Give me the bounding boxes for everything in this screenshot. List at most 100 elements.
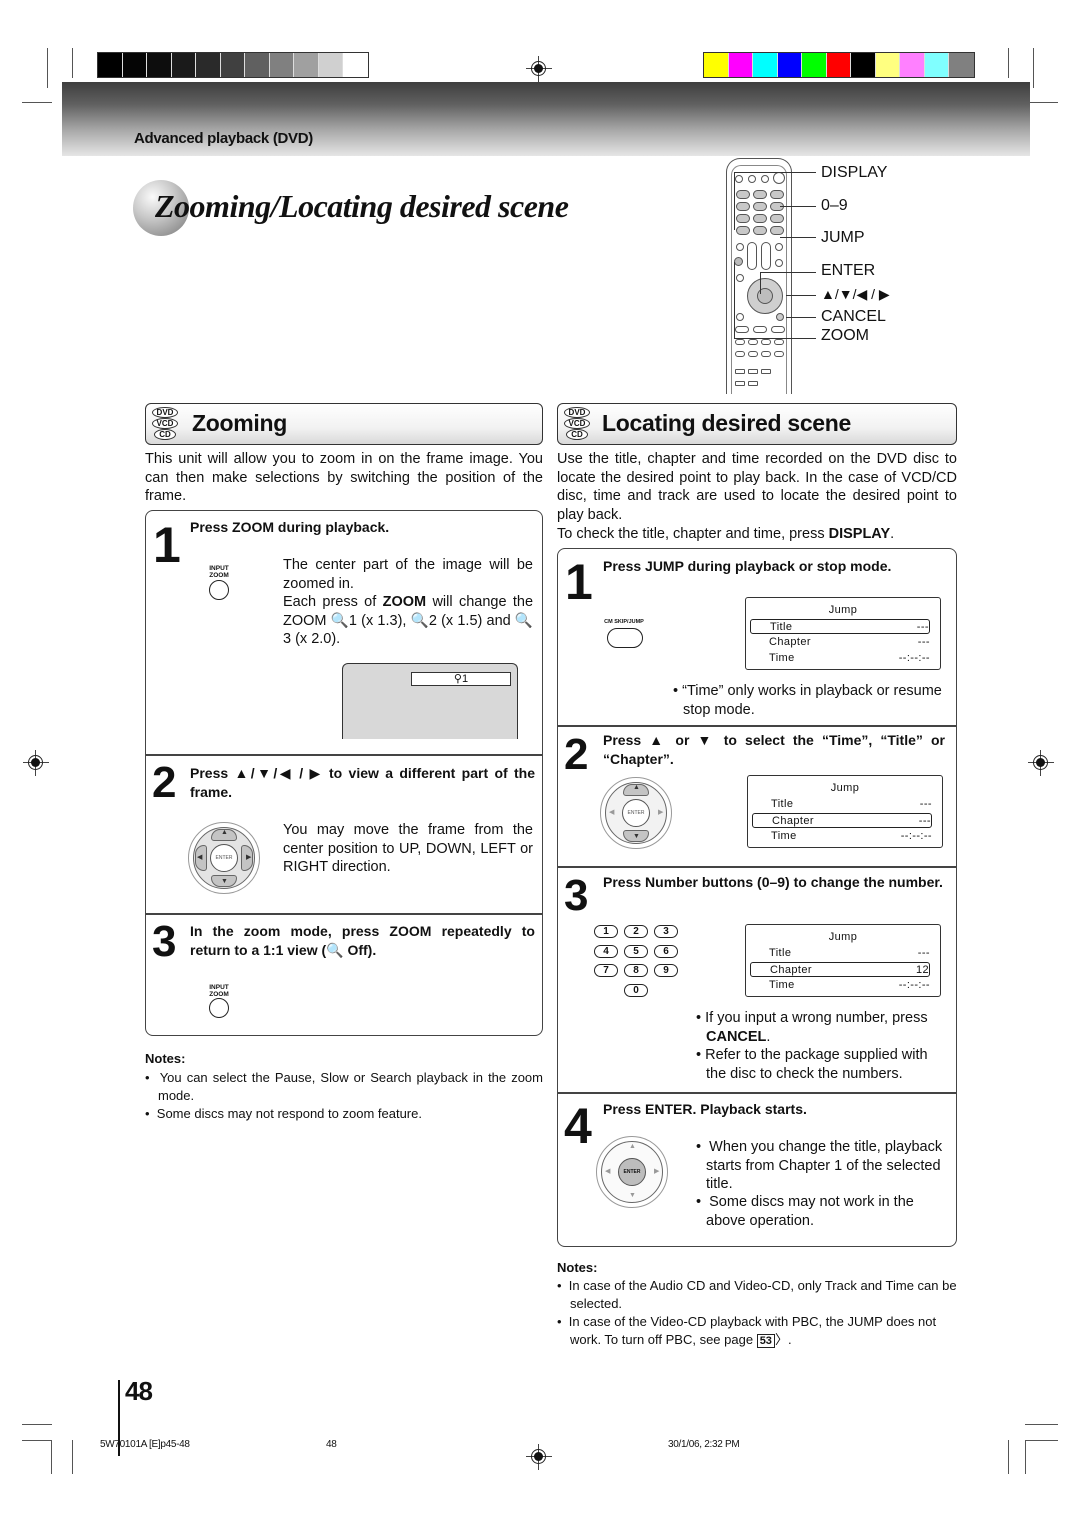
jump-row-label: Chapter bbox=[769, 636, 811, 648]
dpad-icon: ENTER ▲ ▼ ◀ ▶ bbox=[596, 1136, 668, 1208]
remote-control-illustration bbox=[726, 158, 792, 394]
number-key-7: 7 bbox=[594, 964, 618, 977]
gray-swatch bbox=[245, 53, 270, 77]
number-key-2: 2 bbox=[624, 925, 648, 938]
step-divider bbox=[145, 913, 543, 915]
cancel-keyword: CANCEL bbox=[706, 1028, 767, 1045]
footer-timestamp: 30/1/06, 2:32 PM bbox=[668, 1439, 740, 1450]
vcd-badge-icon: VCD bbox=[564, 418, 590, 429]
step-heading: Press JUMP during playback or stop mode. bbox=[603, 558, 892, 574]
page-title: Zooming/Locating desired scene bbox=[155, 188, 569, 224]
disc-type-badges: DVD VCD CD bbox=[152, 407, 184, 440]
disc-type-badges: DVD VCD CD bbox=[564, 407, 596, 440]
footer-file-code: 5W70101A [E]p45-48 bbox=[100, 1439, 190, 1450]
jump-row-label: Title bbox=[769, 947, 792, 959]
step-bullet: • Refer to the package supplied with the… bbox=[696, 1047, 928, 1082]
enter-button-icon: ENTER bbox=[618, 1158, 646, 1186]
arrow-down-icon: ▼ bbox=[221, 878, 228, 885]
locating-note: • In case of the Video-CD playback with … bbox=[557, 1314, 937, 1348]
bullet-text: When you change the title, playback star… bbox=[706, 1139, 943, 1192]
zoom-button-icon bbox=[209, 998, 229, 1018]
dpad-icon: ENTER ▲ ▼ ◀ ▶ bbox=[600, 777, 672, 849]
arrow-left-icon: ◀ bbox=[609, 809, 615, 816]
dvd-badge-icon: DVD bbox=[564, 407, 590, 418]
zoomed-screen-illustration: ⚲1 bbox=[342, 663, 518, 739]
step-bullet: • When you change the title, playback st… bbox=[696, 1139, 943, 1192]
color-swatch bbox=[728, 53, 753, 77]
gray-swatch bbox=[196, 53, 221, 77]
remote-label-zoom: ZOOM bbox=[821, 327, 869, 344]
jump-menu-row-title[interactable]: Title --- bbox=[752, 797, 932, 812]
jump-menu-title: Jump bbox=[828, 604, 858, 616]
step-heading: Press Number buttons (0–9) to change the… bbox=[603, 874, 943, 890]
gray-swatch bbox=[269, 53, 294, 77]
zoom-button-icon bbox=[209, 580, 229, 600]
remote-label-arrows: ▲/▼/◀ / ▶ bbox=[821, 286, 890, 302]
intro-text-end: . bbox=[890, 526, 895, 542]
jump-row-label: Time bbox=[769, 979, 795, 991]
jump-row-label: Title bbox=[770, 621, 793, 633]
gray-swatch bbox=[147, 53, 172, 77]
remote-label-display: DISPLAY bbox=[821, 164, 888, 181]
jump-row-value: --- bbox=[917, 636, 930, 648]
color-swatch bbox=[826, 53, 851, 77]
cd-badge-icon: CD bbox=[566, 429, 588, 440]
arrow-right-icon: ▶ bbox=[658, 809, 664, 816]
bullet-text: Some discs may not work in the above ope… bbox=[706, 1194, 914, 1229]
step-text-b: Each press of bbox=[283, 594, 383, 610]
zoom-button-label: INPUT ZOOM bbox=[209, 984, 229, 998]
color-swatch bbox=[924, 53, 949, 77]
jump-menu-row-title[interactable]: Title --- bbox=[750, 946, 930, 961]
remote-label-enter: ENTER bbox=[821, 262, 876, 279]
color-swatch bbox=[900, 53, 925, 77]
jump-row-label: Time bbox=[771, 830, 797, 842]
jump-menu-row-chapter[interactable]: Chapter --- bbox=[752, 813, 932, 828]
grayscale-color-bar bbox=[97, 52, 369, 78]
registration-mark-top bbox=[526, 56, 552, 82]
jump-menu-row-time[interactable]: Time --:--:-- bbox=[752, 829, 932, 844]
locating-title: Locating desired scene bbox=[602, 410, 852, 436]
step-heading: In the zoom mode, press ZOOM repeatedly … bbox=[190, 923, 535, 958]
registration-mark-left bbox=[23, 750, 49, 776]
magnifier-icon: ⚲ bbox=[453, 673, 462, 685]
step-text-a: The center part of the image will be zoo… bbox=[283, 557, 533, 592]
zoom-keyword: ZOOM bbox=[382, 594, 427, 610]
arrow-left-icon: ◀ bbox=[197, 854, 203, 861]
jump-button-label: CM SKIP/JUMP bbox=[604, 619, 644, 625]
step-heading: Press ZOOM during playback. bbox=[190, 519, 390, 535]
jump-menu-row-time[interactable]: Time --:--:-- bbox=[750, 651, 930, 666]
gray-swatch bbox=[318, 53, 343, 77]
display-keyword: DISPLAY bbox=[828, 526, 891, 542]
jump-menu-display: Jump Title --- Chapter --- Time --:--:-- bbox=[747, 775, 943, 848]
jump-row-value: 12 bbox=[915, 964, 929, 976]
jump-menu-display: Jump Title --- Chapter --- Time --:--:-- bbox=[745, 597, 941, 670]
gray-swatch bbox=[343, 53, 368, 77]
note-text: You can select the Pause, Slow or Search… bbox=[158, 1070, 543, 1103]
jump-menu-row-time[interactable]: Time --:--:-- bbox=[750, 978, 930, 993]
zooming-intro: This unit will allow you to zoom in on t… bbox=[145, 451, 543, 504]
intro-text: To check the title, chapter and time, pr… bbox=[557, 526, 829, 542]
jump-menu-row-chapter[interactable]: Chapter --- bbox=[750, 635, 930, 650]
jump-row-value: --- bbox=[916, 621, 929, 633]
zooming-notes-title: Notes: bbox=[145, 1051, 186, 1066]
jump-menu-row-title[interactable]: Title --- bbox=[750, 619, 930, 634]
registration-mark-right bbox=[1028, 750, 1054, 776]
color-swatch bbox=[851, 53, 876, 77]
arrow-up-icon: ▲ bbox=[633, 784, 640, 791]
zoom-button-label: INPUT ZOOM bbox=[209, 565, 229, 579]
cd-badge-icon: CD bbox=[154, 429, 176, 440]
number-key-6: 6 bbox=[654, 944, 678, 958]
jump-row-value: --:--:-- bbox=[898, 652, 930, 664]
note-text: Some discs may not respond to zoom featu… bbox=[156, 1106, 422, 1121]
remote-label-jump: JUMP bbox=[821, 229, 865, 246]
gray-swatch bbox=[171, 53, 196, 77]
enter-button-icon: ENTER bbox=[210, 844, 238, 872]
jump-menu-row-chapter[interactable]: Chapter 12 bbox=[750, 962, 930, 977]
jump-row-label: Time bbox=[769, 652, 795, 664]
color-swatch bbox=[949, 53, 974, 77]
arrow-down-icon: ▼ bbox=[633, 833, 640, 840]
step-heading: Press ENTER. Playback starts. bbox=[603, 1101, 807, 1117]
jump-row-value: --- bbox=[918, 815, 931, 827]
page-reference-link[interactable]: 53 bbox=[756, 1333, 775, 1348]
jump-button-icon bbox=[607, 628, 643, 648]
